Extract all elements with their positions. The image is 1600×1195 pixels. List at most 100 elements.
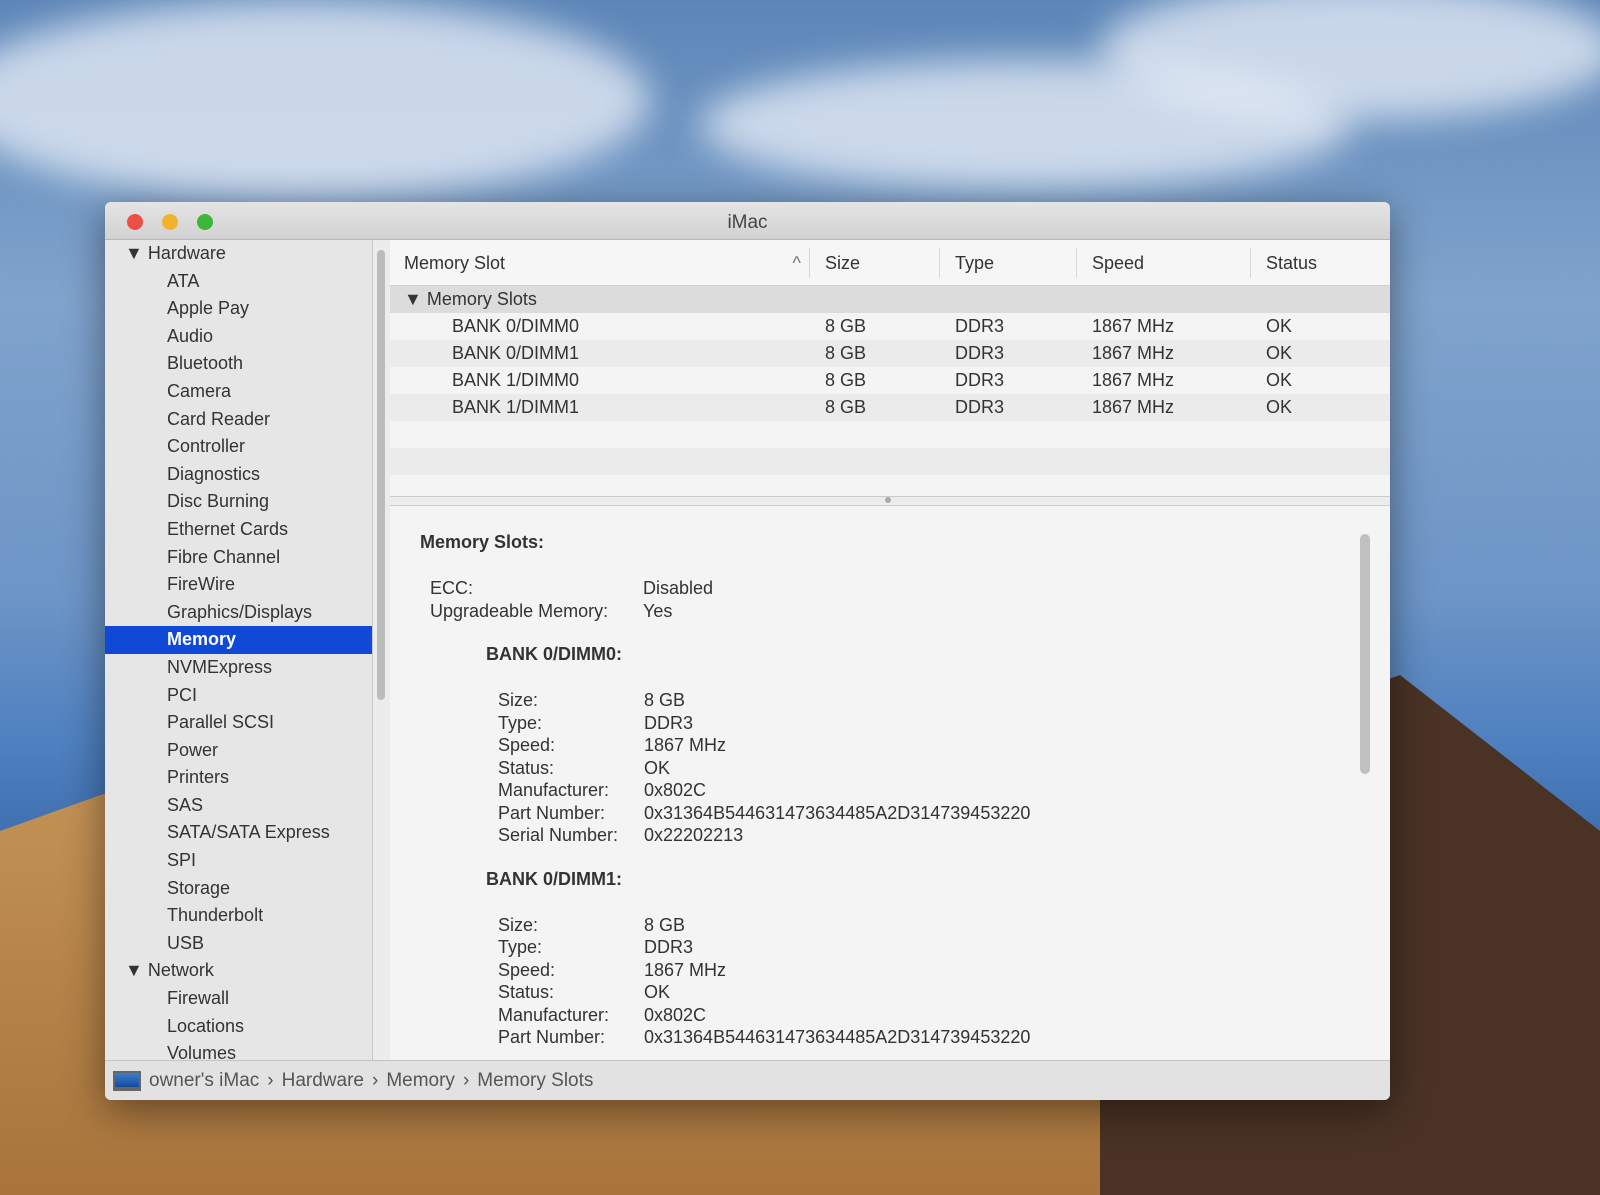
sidebar: ▼ Hardware ATA Apple Pay Audio Bluetooth Cam…: [105, 240, 373, 1060]
path-separator: ›: [267, 1069, 274, 1091]
sidebar-item-disc-burning[interactable]: Disc Burning: [105, 488, 372, 516]
sidebar-item-spi[interactable]: SPI: [105, 847, 372, 875]
cell-speed: 1867 MHz: [1092, 397, 1175, 417]
cell-type: DDR3: [955, 316, 1005, 336]
field-label: Status:: [498, 757, 555, 778]
details-scrollbar[interactable]: [1360, 534, 1370, 774]
sidebar-item-diagnostics[interactable]: Diagnostics: [105, 461, 372, 489]
cell-speed: 1867 MHz: [1092, 370, 1175, 390]
path-item[interactable]: Hardware: [282, 1070, 364, 1092]
sidebar-item-nvmexpress[interactable]: NVMExpress: [105, 654, 372, 682]
path-item[interactable]: owner's iMac: [149, 1070, 259, 1092]
group-label: Network: [147, 960, 214, 981]
sidebar-item-audio[interactable]: Audio: [105, 323, 372, 351]
column-memory-slot[interactable]: Memory Slot ^: [390, 247, 810, 278]
title-bar[interactable]: iMac: [105, 202, 1390, 240]
sidebar-item-fibre-channel[interactable]: Fibre Channel: [105, 544, 372, 572]
sidebar-scrollbar[interactable]: [377, 250, 385, 700]
disclosure-triangle-icon[interactable]: ▼: [404, 289, 427, 310]
cell-size: 8 GB: [825, 316, 867, 336]
header-label: Memory Slot: [404, 252, 506, 273]
path-item[interactable]: Memory: [386, 1070, 455, 1092]
cell-status: OK: [1266, 316, 1293, 336]
field-label: Speed:: [498, 959, 556, 980]
field-value: Yes: [643, 600, 673, 621]
detail-field: Manufacturer: 0x802C: [498, 1004, 1360, 1027]
field-label: Manufacturer:: [498, 780, 610, 800]
field-value: DDR3: [644, 712, 694, 733]
main-pane: Memory Slot ^ Size Type Speed Status ▼ Me…: [390, 240, 1390, 1060]
sidebar-group-hardware[interactable]: ▼ Hardware: [105, 240, 372, 268]
field-value: 0x802C: [644, 780, 707, 800]
field-label: Part Number:: [498, 1027, 606, 1046]
detail-field: Status: OK: [498, 981, 1360, 1004]
column-speed[interactable]: Speed: [1077, 247, 1251, 278]
sidebar-item-memory[interactable]: Memory: [105, 626, 372, 654]
sidebar-item-card-reader[interactable]: Card Reader: [105, 406, 372, 434]
sidebar-item-locations[interactable]: Locations: [105, 1013, 372, 1041]
cell-slot: BANK 0/DIMM1: [452, 343, 580, 363]
sidebar-item-graphics-displays[interactable]: Graphics/Displays: [105, 599, 372, 627]
sidebar-item-usb[interactable]: USB: [105, 930, 372, 958]
cell-type: DDR3: [955, 343, 1005, 363]
table-row[interactable]: BANK 0/DIMM0 8 GB DDR3 1867 MHz OK: [390, 313, 1390, 340]
field-value: DDR3: [644, 937, 694, 957]
detail-field: Part Number: 0x31364B544631473634485A2D31…: [498, 802, 1360, 825]
sidebar-item-apple-pay[interactable]: Apple Pay: [105, 295, 372, 323]
sidebar-item-firewire[interactable]: FireWire: [105, 571, 372, 599]
field-value: OK: [644, 982, 671, 1002]
bank-heading: BANK 0/DIMM1:: [486, 868, 623, 889]
group-label: Hardware: [147, 243, 226, 263]
bank-fields: Size: 8 GB Type: DDR3 Speed: 1867 MHz Status: O…: [420, 689, 1360, 847]
sidebar-item-storage[interactable]: Storage: [105, 875, 372, 903]
detail-field: Size: 8 GB: [498, 689, 1360, 712]
field-label: Manufacturer:: [498, 1004, 610, 1025]
path-item[interactable]: Memory Slots: [477, 1070, 593, 1092]
sidebar-item-sas[interactable]: SAS: [105, 792, 372, 820]
column-type[interactable]: Type: [940, 247, 1077, 278]
sidebar-item-ata[interactable]: ATA: [105, 268, 372, 296]
cell-status: OK: [1266, 370, 1293, 390]
table-row[interactable]: BANK 0/DIMM1 8 GB DDR3 1867 MHz OK: [390, 340, 1390, 367]
cell-speed: 1867 MHz: [1092, 316, 1175, 336]
sidebar-item-ethernet-cards[interactable]: Ethernet Cards: [105, 516, 372, 544]
sidebar-item-camera[interactable]: Camera: [105, 378, 372, 406]
sidebar-item-sata-sata-express[interactable]: SATA/SATA Express: [105, 819, 372, 847]
table-row[interactable]: BANK 1/DIMM1 8 GB DDR3 1867 MHz OK: [390, 394, 1390, 421]
path-bar: owner's iMac › Hardware › Memory › Memory Slot…: [105, 1060, 1390, 1100]
empty-row: [390, 448, 1390, 475]
sidebar-item-bluetooth[interactable]: Bluetooth: [105, 350, 372, 378]
sidebar-item-thunderbolt[interactable]: Thunderbolt: [105, 902, 372, 930]
detail-field: Status: OK: [498, 757, 1360, 780]
sidebar-item-power[interactable]: Power: [105, 737, 372, 765]
split-divider[interactable]: [390, 496, 1390, 506]
sidebar-item-parallel-scsi[interactable]: Parallel SCSI: [105, 709, 372, 737]
empty-row: [390, 421, 1390, 448]
sidebar-item-controller[interactable]: Controller: [105, 433, 372, 461]
sidebar-item-pci[interactable]: PCI: [105, 682, 372, 710]
field-label: Serial Number:: [498, 825, 619, 845]
cell-type: DDR3: [955, 370, 1005, 390]
field-label: Status:: [498, 982, 555, 1002]
field-value: 1867 MHz: [644, 959, 727, 980]
group-row-memory-slots[interactable]: ▼ Memory Slots: [390, 286, 1390, 313]
column-size[interactable]: Size: [810, 247, 940, 278]
column-status[interactable]: Status: [1251, 248, 1317, 278]
detail-field: Upgradeable Memory: Yes: [430, 600, 1360, 623]
table-row[interactable]: BANK 1/DIMM0 8 GB DDR3 1867 MHz OK: [390, 367, 1390, 394]
detail-field: Part Number: 0x31364B544631473634485A2D31…: [498, 1026, 1360, 1046]
field-label: Speed:: [498, 735, 556, 755]
field-label: Type:: [498, 712, 543, 733]
cell-size: 8 GB: [825, 397, 867, 417]
sidebar-group-network[interactable]: ▼ Network: [105, 957, 372, 985]
cell-slot: BANK 1/DIMM1: [452, 397, 580, 417]
path-separator: ›: [371, 1069, 379, 1091]
field-value: 8 GB: [644, 914, 686, 935]
field-label: ECC:: [430, 578, 474, 598]
sidebar-item-firewall[interactable]: Firewall: [105, 985, 372, 1013]
detail-field: Serial Number: 0x22202213: [498, 824, 1360, 847]
details-heading: Memory Slots:: [420, 532, 545, 552]
sidebar-item-volumes[interactable]: Volumes: [105, 1040, 372, 1060]
field-value: Disabled: [643, 578, 714, 598]
sidebar-item-printers[interactable]: Printers: [105, 764, 372, 792]
